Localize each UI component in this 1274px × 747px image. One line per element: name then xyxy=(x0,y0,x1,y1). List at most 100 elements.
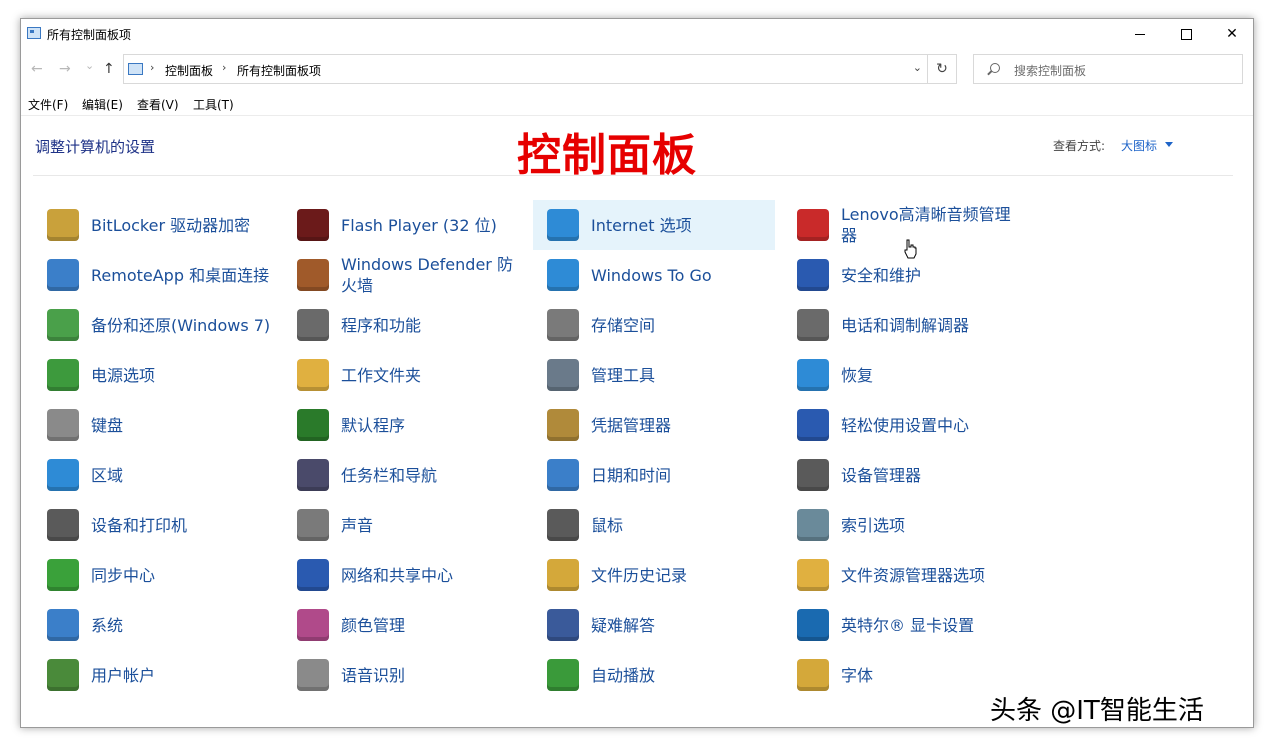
breadcrumb-separator-icon[interactable]: › xyxy=(150,61,154,74)
item-label: 存储空间 xyxy=(591,315,656,335)
control-panel-item[interactable]: 恢复 xyxy=(783,350,1025,400)
item-label: 管理工具 xyxy=(591,365,656,385)
control-panel-item[interactable]: 工作文件夹 xyxy=(283,350,525,400)
breadcrumb-separator-icon[interactable]: › xyxy=(222,61,226,74)
control-panel-item[interactable]: Internet 选项 xyxy=(533,200,775,250)
control-panel-item[interactable]: Windows Defender 防火墙 xyxy=(283,250,525,300)
control-panel-item[interactable]: 颜色管理 xyxy=(283,600,525,650)
item-label: Windows Defender 防火墙 xyxy=(341,255,513,295)
control-panel-item[interactable]: 凭据管理器 xyxy=(533,400,775,450)
maximize-icon xyxy=(1180,28,1192,40)
overlay-title: 控制面板 xyxy=(517,130,697,181)
back-arrow-icon[interactable]: ← xyxy=(31,61,43,77)
control-panel-item[interactable]: 设备管理器 xyxy=(783,450,1025,500)
control-panel-item[interactable]: 声音 xyxy=(283,500,525,550)
item-label: BitLocker 驱动器加密 xyxy=(91,215,251,235)
search-placeholder: 搜索控制面板 xyxy=(1014,64,1087,78)
control-panel-item[interactable]: 存储空间 xyxy=(533,300,775,350)
microphone-icon xyxy=(297,659,329,691)
control-panel-item[interactable]: 备份和还原(Windows 7) xyxy=(33,300,275,350)
control-panel-item[interactable]: 文件资源管理器选项 xyxy=(783,550,1025,600)
maximize-button[interactable] xyxy=(1163,19,1209,49)
menu-tools[interactable]: 工具(T) xyxy=(193,96,234,113)
item-label: 工作文件夹 xyxy=(341,365,422,385)
control-panel-item[interactable]: BitLocker 驱动器加密 xyxy=(33,200,275,250)
control-panel-item[interactable]: 英特尔® 显卡设置 xyxy=(783,600,1025,650)
control-panel-item[interactable]: Windows To Go xyxy=(533,250,775,300)
control-panel-item[interactable]: 同步中心 xyxy=(33,550,275,600)
control-panel-item[interactable]: 轻松使用设置中心 xyxy=(783,400,1025,450)
item-label: 日期和时间 xyxy=(591,465,672,485)
item-label: 网络和共享中心 xyxy=(341,565,454,585)
menu-view[interactable]: 查看(V) xyxy=(137,96,179,113)
up-arrow-icon[interactable]: ↑ xyxy=(103,61,115,77)
breadcrumb-control-panel[interactable]: 控制面板 xyxy=(165,62,213,79)
phone-icon xyxy=(797,309,829,341)
printer-icon xyxy=(47,509,79,541)
control-panel-item[interactable]: 电源选项 xyxy=(33,350,275,400)
breadcrumb-all-items[interactable]: 所有控制面板项 xyxy=(237,62,321,79)
search-icon xyxy=(990,63,1000,73)
item-label: 设备和打印机 xyxy=(91,515,188,535)
control-panel-item[interactable]: 网络和共享中心 xyxy=(283,550,525,600)
control-panel-item[interactable]: 电话和调制解调器 xyxy=(783,300,1025,350)
storage-icon xyxy=(547,309,579,341)
item-label: 区域 xyxy=(91,465,124,485)
control-panel-item[interactable]: RemoteApp 和桌面连接 xyxy=(33,250,275,300)
menu-file[interactable]: 文件(F) xyxy=(28,96,68,113)
admin-tools-icon xyxy=(547,359,579,391)
watermark: 头条 @IT智能生活 xyxy=(990,696,1204,726)
item-label: 恢复 xyxy=(841,365,874,385)
control-panel-item[interactable]: 用户帐户 xyxy=(33,650,275,700)
control-panel-item[interactable]: 程序和功能 xyxy=(283,300,525,350)
forward-arrow-icon[interactable]: → xyxy=(59,61,71,77)
control-panel-item[interactable]: 索引选项 xyxy=(783,500,1025,550)
view-by-dropdown[interactable]: 大图标 xyxy=(1121,137,1157,154)
control-panel-item[interactable]: 默认程序 xyxy=(283,400,525,450)
control-panel-item[interactable]: 日期和时间 xyxy=(533,450,775,500)
control-panel-item[interactable]: 语音识别 xyxy=(283,650,525,700)
item-label: 备份和还原(Windows 7) xyxy=(91,315,271,335)
item-label: 声音 xyxy=(341,515,374,535)
close-button[interactable]: ✕ xyxy=(1209,19,1253,49)
battery-icon xyxy=(47,359,79,391)
search-box[interactable]: 搜索控制面板 xyxy=(973,54,1243,84)
menu-bar: 文件(F) 编辑(E) 查看(V) 工具(T) xyxy=(21,93,1253,116)
control-panel-item[interactable]: 鼠标 xyxy=(533,500,775,550)
control-panel-item[interactable]: 疑难解答 xyxy=(533,600,775,650)
navigation-bar: ← → ⌄ ↑ › 控制面板 › 所有控制面板项 ⌄ ↻ 搜索控制面板 xyxy=(21,53,1253,87)
autoplay-icon xyxy=(547,659,579,691)
item-label: Internet 选项 xyxy=(591,215,692,235)
control-panel-item[interactable]: Flash Player (32 位) xyxy=(283,200,525,250)
refresh-button[interactable]: ↻ xyxy=(927,55,956,83)
address-dropdown-icon[interactable]: ⌄ xyxy=(913,61,922,74)
control-panel-item[interactable]: 设备和打印机 xyxy=(33,500,275,550)
item-label: Flash Player (32 位) xyxy=(341,215,497,235)
firewall-icon xyxy=(297,259,329,291)
control-panel-item[interactable]: 字体 xyxy=(783,650,1025,700)
remote-desktop-icon xyxy=(47,259,79,291)
minimize-button[interactable] xyxy=(1117,19,1163,49)
control-panel-item[interactable]: 系统 xyxy=(33,600,275,650)
title-bar[interactable]: 所有控制面板项 ✕ xyxy=(21,19,1253,49)
flag-icon xyxy=(797,259,829,291)
item-label: 文件历史记录 xyxy=(591,565,688,585)
chevron-down-icon[interactable] xyxy=(1165,142,1173,147)
key-icon xyxy=(47,209,79,241)
control-panel-item[interactable]: 文件历史记录 xyxy=(533,550,775,600)
recent-locations-icon[interactable]: ⌄ xyxy=(85,59,94,72)
address-bar[interactable]: › 控制面板 › 所有控制面板项 ⌄ ↻ xyxy=(123,54,957,84)
item-label: 疑难解答 xyxy=(591,615,656,635)
menu-edit[interactable]: 编辑(E) xyxy=(82,96,123,113)
item-label: 电话和调制解调器 xyxy=(841,315,970,335)
explorer-options-icon xyxy=(797,559,829,591)
color-icon xyxy=(297,609,329,641)
control-panel-item[interactable]: 区域 xyxy=(33,450,275,500)
control-panel-item[interactable]: 任务栏和导航 xyxy=(283,450,525,500)
control-panel-item[interactable]: 键盘 xyxy=(33,400,275,450)
windows-to-go-icon xyxy=(547,259,579,291)
control-panel-item[interactable]: 自动播放 xyxy=(533,650,775,700)
control-panel-item[interactable]: 管理工具 xyxy=(533,350,775,400)
internet-icon xyxy=(547,209,579,241)
speaker-icon xyxy=(297,509,329,541)
